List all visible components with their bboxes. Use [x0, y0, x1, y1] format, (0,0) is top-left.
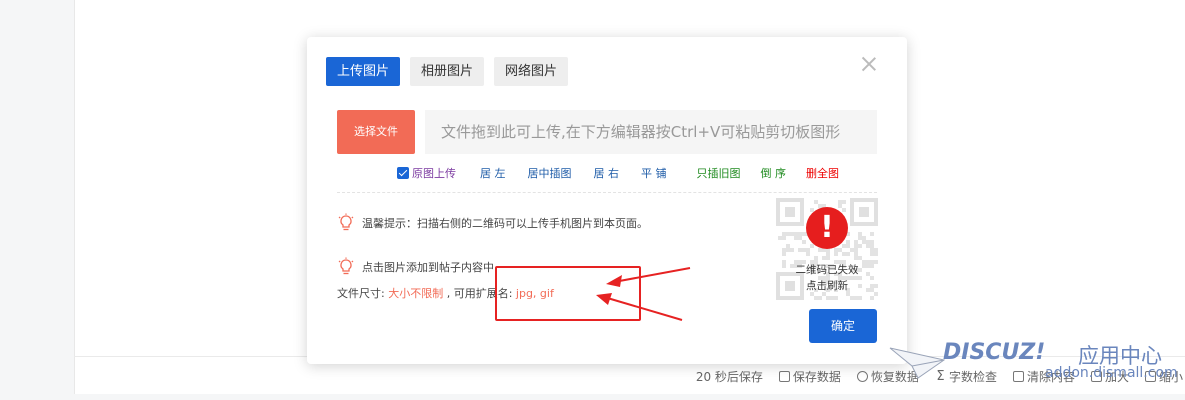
lightbulb-icon: [338, 257, 354, 275]
tab-album-image[interactable]: 相册图片: [410, 57, 485, 86]
tile-option[interactable]: 平 铺: [641, 165, 667, 181]
size-label: 文件尺寸:: [337, 287, 389, 300]
tab-upload-image[interactable]: 上传图片: [326, 57, 401, 86]
save-icon: [778, 370, 790, 382]
align-left-option[interactable]: 居 左: [480, 165, 506, 181]
reverse-order-option[interactable]: 倒 序: [761, 165, 787, 181]
left-sidebar: [0, 0, 74, 400]
restore-icon: [856, 370, 868, 382]
tab-web-image[interactable]: 网络图片: [494, 57, 569, 86]
watermark-brand: DISCUZ!: [943, 340, 1046, 365]
upload-options: 原图上传 居 左 居中插图 居 右 平 铺 只插旧图 倒 序 删全图: [397, 165, 861, 181]
close-icon[interactable]: [861, 56, 877, 72]
save-data-label: 保存数据: [792, 369, 841, 384]
dashed-divider: [337, 192, 877, 193]
click-tip: 点击图片添加到帖子内容中: [337, 257, 494, 277]
delete-all-option[interactable]: 删全图: [806, 165, 839, 181]
alert-icon: !: [806, 207, 848, 249]
original-upload-label: 原图上传: [412, 167, 456, 180]
save-data-button[interactable]: 保存数据: [778, 368, 841, 385]
file-drop-zone[interactable]: 文件拖到此可上传,在下方编辑器按Ctrl+V可粘贴剪切板图形: [425, 110, 877, 154]
center-insert-option[interactable]: 居中插图: [528, 165, 572, 181]
annotation-arrows: [596, 267, 691, 321]
qr-code-panel[interactable]: ! 二维码已失效 点击刷新: [776, 198, 878, 300]
lightbulb-icon: [338, 213, 354, 231]
select-file-button[interactable]: 选择文件: [337, 110, 415, 154]
original-upload-checkbox[interactable]: 原图上传: [397, 165, 456, 181]
upload-tabs: 上传图片 相册图片 网络图片: [326, 57, 578, 86]
paper-plane-icon: [889, 347, 946, 379]
qr-refresh-text[interactable]: 点击刷新: [776, 278, 878, 293]
scan-tip: 温馨提示：扫描右侧的二维码可以上传手机图片到本页面。: [337, 213, 648, 233]
confirm-button[interactable]: 确定: [809, 309, 877, 343]
align-right-option[interactable]: 居 右: [594, 165, 620, 181]
checkbox-checked-icon: [397, 167, 409, 179]
size-value: 大小不限制: [388, 287, 444, 300]
qr-expired-text: 二维码已失效: [795, 264, 859, 276]
click-tip-text: 点击图片添加到帖子内容中: [362, 261, 494, 274]
insert-old-only-option[interactable]: 只插旧图: [697, 165, 741, 181]
scan-tip-text: 温馨提示：扫描右侧的二维码可以上传手机图片到本页面。: [362, 217, 648, 230]
autosave-status: 20 秒后保存: [695, 369, 763, 384]
discuz-watermark: DISCUZ! 应用中心 addon.dismall.com: [888, 338, 1185, 388]
watermark-url: addon.dismall.com: [1045, 365, 1178, 381]
